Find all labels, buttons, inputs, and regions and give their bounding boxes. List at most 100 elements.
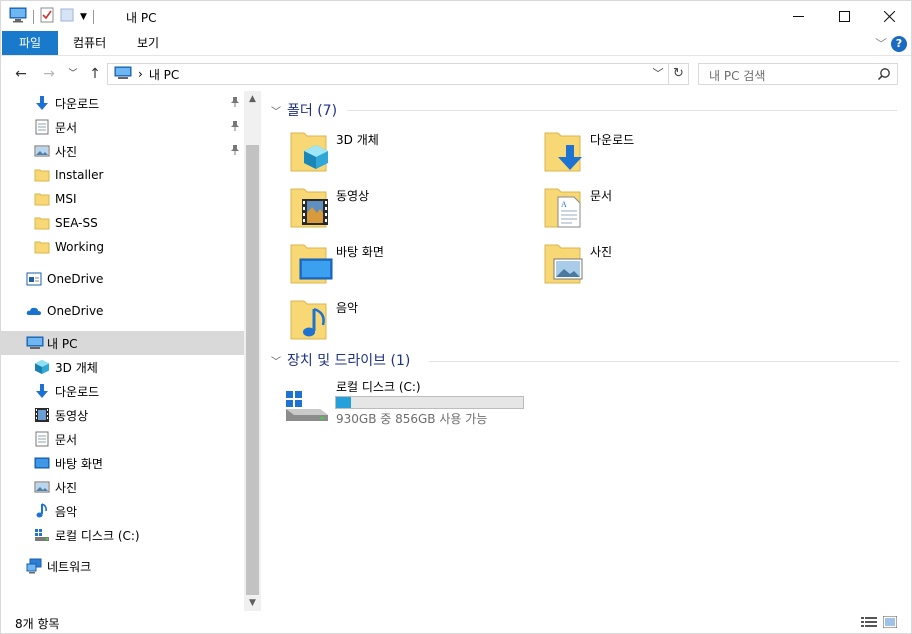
item-count: 8개 항목 — [15, 617, 60, 631]
refresh-icon[interactable]: ↻ — [668, 64, 688, 84]
nav-item-pc-pictures[interactable]: 사진 — [1, 475, 244, 499]
3d-objects-icon — [34, 359, 50, 375]
breadcrumb[interactable]: 내 PC — [149, 66, 179, 83]
drive-c-tile-icon[interactable] — [284, 387, 332, 435]
nav-item-msi[interactable]: MSI — [1, 187, 244, 211]
folder-videos[interactable]: 동영상 — [290, 183, 530, 231]
nav-item-sea-ss[interactable]: SEA-SS — [1, 211, 244, 235]
forward-button[interactable]: → — [39, 64, 59, 84]
download-icon — [34, 95, 50, 111]
folder-desktop[interactable]: 바탕 화면 — [290, 239, 530, 287]
pin-icon[interactable] — [230, 144, 240, 159]
nav-item-network[interactable]: 네트워크 — [1, 554, 244, 578]
folder-downloads[interactable]: 다운로드 — [544, 127, 784, 175]
view-switcher — [861, 615, 898, 631]
tab-view[interactable]: 보기 — [123, 31, 173, 55]
group-divider — [429, 361, 899, 362]
document-icon — [34, 431, 50, 447]
help-icon[interactable]: ? — [891, 36, 907, 52]
quick-access-toolbar: ▼ — [9, 7, 94, 26]
folders-group-header[interactable]: ﹀ 폴더 (7) — [271, 100, 337, 120]
properties-icon[interactable] — [40, 7, 54, 26]
address-dropdown-icon[interactable]: ﹀ — [648, 64, 668, 84]
large-icons-view-icon[interactable] — [882, 615, 898, 631]
customize-toolbar-icon[interactable]: ▼ — [80, 12, 87, 22]
nav-item-pictures[interactable]: 사진 — [1, 139, 244, 163]
drives-group-header[interactable]: ﹀ 장치 및 드라이브 (1) — [271, 350, 410, 370]
nav-item-this-pc[interactable]: 내 PC — [1, 331, 244, 355]
navigation-pane: 다운로드 문서 사진 Installer MSI SEA-SS Working … — [1, 91, 261, 611]
pin-icon[interactable] — [230, 120, 240, 135]
address-bar[interactable]: › 내 PC ﹀ ↻ — [107, 63, 689, 85]
collapse-icon[interactable]: ﹀ — [271, 103, 281, 118]
up-button[interactable]: ↑ — [85, 64, 105, 84]
maximize-button[interactable] — [821, 1, 867, 31]
folder-pictures[interactable]: 사진 — [544, 239, 784, 287]
onedrive-folder-icon — [26, 271, 42, 287]
drive-c-label[interactable]: 로컬 디스크 (C:) — [336, 378, 421, 395]
folder-music[interactable]: 음악 — [290, 295, 530, 343]
pictures-icon — [544, 239, 592, 287]
drive-usage-fill — [336, 397, 351, 408]
scroll-up-icon[interactable]: ▲ — [244, 91, 261, 107]
nav-item-working[interactable]: Working — [1, 235, 244, 259]
nav-item-downloads[interactable]: 다운로드 — [1, 91, 244, 115]
collapse-icon[interactable]: ﹀ — [271, 353, 281, 368]
search-icon[interactable] — [877, 67, 891, 84]
expand-ribbon-icon[interactable]: ﹀ — [875, 35, 887, 52]
folder-3d-objects[interactable]: 3D 개체 — [290, 127, 530, 175]
ribbon: 파일 컴퓨터 보기 ﹀ ? — [1, 31, 911, 56]
this-pc-icon — [114, 66, 132, 83]
close-button[interactable] — [866, 1, 912, 31]
tab-file[interactable]: 파일 — [2, 31, 58, 55]
this-pc-icon — [9, 7, 27, 26]
navigation-bar: ← → ﹀ ↑ › 내 PC ﹀ ↻ 내 PC 검색 — [1, 59, 911, 89]
content-pane: ﹀ 폴더 (7) 3D 개체 다운로드 동영상 A 문서 바탕 화면 사진 음악… — [263, 91, 899, 611]
folder-icon — [34, 215, 50, 231]
nav-scrollbar[interactable]: ▲ ▼ — [244, 91, 261, 611]
document-icon: A — [544, 183, 592, 231]
pin-icon[interactable] — [230, 96, 240, 111]
folder-icon — [34, 167, 50, 183]
drive-free-space: 930GB 중 856GB 사용 가능 — [336, 412, 488, 426]
nav-item-onedrive[interactable]: OneDrive — [1, 299, 244, 323]
status-bar: 8개 항목 — [1, 611, 911, 633]
recent-locations-icon[interactable]: ﹀ — [63, 64, 83, 84]
download-icon — [544, 127, 592, 175]
breadcrumb-separator[interactable]: › — [138, 67, 143, 81]
drive-icon — [284, 387, 332, 435]
details-view-icon[interactable] — [861, 616, 877, 631]
drive-usage-bar — [335, 396, 524, 409]
pictures-icon — [34, 479, 50, 495]
separator — [33, 9, 34, 24]
this-pc-icon — [26, 335, 44, 351]
nav-item-pc-downloads[interactable]: 다운로드 — [1, 379, 244, 403]
folder-icon — [34, 191, 50, 207]
title-bar: ▼ 내 PC — [1, 1, 911, 31]
folder-icon — [34, 239, 50, 255]
nav-item-onedrive-business[interactable]: OneDrive — [1, 267, 244, 291]
scroll-down-icon[interactable]: ▼ — [244, 595, 261, 611]
nav-item-documents[interactable]: 문서 — [1, 115, 244, 139]
folder-documents[interactable]: A 문서 — [544, 183, 784, 231]
minimize-button[interactable] — [775, 1, 821, 31]
scrollbar-thumb[interactable] — [246, 145, 259, 595]
videos-icon — [34, 407, 50, 423]
nav-item-videos[interactable]: 동영상 — [1, 403, 244, 427]
nav-item-desktop[interactable]: 바탕 화면 — [1, 451, 244, 475]
drive-icon — [34, 527, 50, 543]
nav-item-music[interactable]: 음악 — [1, 499, 244, 523]
back-button[interactable]: ← — [11, 64, 31, 84]
desktop-icon — [34, 455, 50, 471]
new-folder-icon[interactable] — [60, 7, 74, 26]
nav-item-pc-documents[interactable]: 문서 — [1, 427, 244, 451]
pictures-icon — [34, 143, 50, 159]
nav-item-3d-objects[interactable]: 3D 개체 — [1, 355, 244, 379]
search-input[interactable]: 내 PC 검색 — [709, 67, 765, 84]
nav-item-installer[interactable]: Installer — [1, 163, 244, 187]
nav-item-local-disk[interactable]: 로컬 디스크 (C:) — [1, 523, 244, 547]
tab-computer[interactable]: 컴퓨터 — [59, 31, 120, 55]
music-icon — [290, 295, 338, 343]
search-box[interactable]: 내 PC 검색 — [698, 63, 898, 85]
music-icon — [34, 503, 50, 519]
